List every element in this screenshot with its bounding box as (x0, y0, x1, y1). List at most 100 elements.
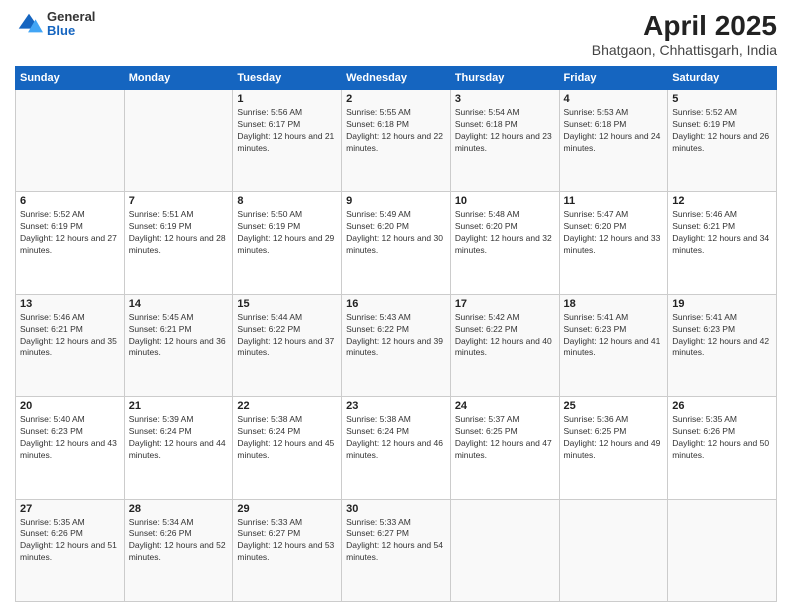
calendar-cell: 21Sunrise: 5:39 AMSunset: 6:24 PMDayligh… (124, 397, 233, 499)
day-number: 17 (455, 298, 555, 310)
logo: General Blue (15, 10, 95, 39)
day-number: 2 (346, 93, 446, 105)
day-number: 15 (237, 298, 337, 310)
calendar-cell: 26Sunrise: 5:35 AMSunset: 6:26 PMDayligh… (668, 397, 777, 499)
day-info: Sunrise: 5:52 AMSunset: 6:19 PMDaylight:… (20, 209, 120, 257)
col-monday: Monday (124, 67, 233, 90)
calendar-cell: 30 Sunrise: 5:33 AMSunset: 6:27 PMDayligh… (342, 499, 451, 601)
calendar-cell: 4Sunrise: 5:53 AMSunset: 6:18 PMDaylight… (559, 90, 668, 192)
calendar-cell: 12 Sunrise: 5:46 AMSunset: 6:21 PMDayligh… (668, 192, 777, 294)
day-info: Sunrise: 5:39 AMSunset: 6:24 PMDaylight:… (129, 414, 229, 462)
day-number: 9 (346, 195, 446, 207)
calendar-cell (16, 90, 125, 192)
calendar-cell: 22 Sunrise: 5:38 AMSunset: 6:24 PMDayligh… (233, 397, 342, 499)
calendar-week-1: 1 Sunrise: 5:56 AMSunset: 6:17 PMDaylight… (16, 90, 777, 192)
calendar-cell: 16 Sunrise: 5:43 AMSunset: 6:22 PMDayligh… (342, 294, 451, 396)
calendar-cell: 11 Sunrise: 5:47 AMSunset: 6:20 PMDayligh… (559, 192, 668, 294)
calendar-cell: 17 Sunrise: 5:42 AMSunset: 6:22 PMDayligh… (450, 294, 559, 396)
logo-text: General Blue (47, 10, 95, 39)
calendar-cell: 5Sunrise: 5:52 AMSunset: 6:19 PMDaylight… (668, 90, 777, 192)
day-info: Sunrise: 5:38 AMSunset: 6:24 PMDaylight:… (346, 414, 446, 462)
day-number: 18 (564, 298, 664, 310)
calendar-page: General Blue April 2025 Bhatgaon, Chhatt… (0, 0, 792, 612)
day-info: Sunrise: 5:33 AMSunset: 6:27 PMDaylight:… (237, 517, 337, 565)
day-number: 23 (346, 400, 446, 412)
day-number: 19 (672, 298, 772, 310)
day-info: Sunrise: 5:45 AMSunset: 6:21 PMDaylight:… (129, 312, 229, 360)
col-friday: Friday (559, 67, 668, 90)
page-subtitle: Bhatgaon, Chhattisgarh, India (592, 42, 777, 58)
calendar-cell: 6Sunrise: 5:52 AMSunset: 6:19 PMDaylight… (16, 192, 125, 294)
day-number: 22 (237, 400, 337, 412)
day-number: 16 (346, 298, 446, 310)
day-number: 1 (237, 93, 337, 105)
calendar-week-2: 6Sunrise: 5:52 AMSunset: 6:19 PMDaylight… (16, 192, 777, 294)
day-number: 30 (346, 503, 446, 515)
day-info: Sunrise: 5:46 AMSunset: 6:21 PMDaylight:… (672, 209, 772, 257)
day-number: 12 (672, 195, 772, 207)
day-number: 8 (237, 195, 337, 207)
day-number: 20 (20, 400, 120, 412)
calendar-cell: 23 Sunrise: 5:38 AMSunset: 6:24 PMDayligh… (342, 397, 451, 499)
calendar-cell: 3 Sunrise: 5:54 AMSunset: 6:18 PMDaylight… (450, 90, 559, 192)
calendar-cell: 8 Sunrise: 5:50 AMSunset: 6:19 PMDaylight… (233, 192, 342, 294)
day-number: 29 (237, 503, 337, 515)
day-number: 24 (455, 400, 555, 412)
calendar-cell: 25 Sunrise: 5:36 AMSunset: 6:25 PMDayligh… (559, 397, 668, 499)
calendar-cell: 14 Sunrise: 5:45 AMSunset: 6:21 PMDayligh… (124, 294, 233, 396)
col-sunday: Sunday (16, 67, 125, 90)
day-number: 26 (672, 400, 772, 412)
calendar-cell: 29 Sunrise: 5:33 AMSunset: 6:27 PMDayligh… (233, 499, 342, 601)
calendar-cell (124, 90, 233, 192)
day-info: Sunrise: 5:34 AMSunset: 6:26 PMDaylight:… (129, 517, 229, 565)
day-info: Sunrise: 5:46 AMSunset: 6:21 PMDaylight:… (20, 312, 120, 360)
calendar-cell: 2 Sunrise: 5:55 AMSunset: 6:18 PMDaylight… (342, 90, 451, 192)
calendar-cell: 27 Sunrise: 5:35 AMSunset: 6:26 PMDayligh… (16, 499, 125, 601)
day-number: 7 (129, 195, 229, 207)
calendar-cell: 18 Sunrise: 5:41 AMSunset: 6:23 PMDayligh… (559, 294, 668, 396)
calendar-cell: 24 Sunrise: 5:37 AMSunset: 6:25 PMDayligh… (450, 397, 559, 499)
calendar-cell: 10Sunrise: 5:48 AMSunset: 6:20 PMDayligh… (450, 192, 559, 294)
day-number: 11 (564, 195, 664, 207)
day-number: 13 (20, 298, 120, 310)
day-info: Sunrise: 5:48 AMSunset: 6:20 PMDaylight:… (455, 209, 555, 257)
day-info: Sunrise: 5:56 AMSunset: 6:17 PMDaylight:… (237, 107, 337, 155)
day-info: Sunrise: 5:42 AMSunset: 6:22 PMDaylight:… (455, 312, 555, 360)
day-info: Sunrise: 5:53 AMSunset: 6:18 PMDaylight:… (564, 107, 664, 155)
day-info: Sunrise: 5:41 AMSunset: 6:23 PMDaylight:… (564, 312, 664, 360)
col-wednesday: Wednesday (342, 67, 451, 90)
day-info: Sunrise: 5:36 AMSunset: 6:25 PMDaylight:… (564, 414, 664, 462)
calendar-table: Sunday Monday Tuesday Wednesday Thursday… (15, 66, 777, 602)
day-info: Sunrise: 5:37 AMSunset: 6:25 PMDaylight:… (455, 414, 555, 462)
logo-blue: Blue (47, 24, 95, 38)
day-info: Sunrise: 5:35 AMSunset: 6:26 PMDaylight:… (20, 517, 120, 565)
logo-icon (15, 10, 43, 38)
day-info: Sunrise: 5:50 AMSunset: 6:19 PMDaylight:… (237, 209, 337, 257)
day-info: Sunrise: 5:41 AMSunset: 6:23 PMDaylight:… (672, 312, 772, 360)
calendar-cell: 28 Sunrise: 5:34 AMSunset: 6:26 PMDayligh… (124, 499, 233, 601)
day-number: 28 (129, 503, 229, 515)
day-info: Sunrise: 5:47 AMSunset: 6:20 PMDaylight:… (564, 209, 664, 257)
calendar-cell (668, 499, 777, 601)
calendar-cell: 9Sunrise: 5:49 AMSunset: 6:20 PMDaylight… (342, 192, 451, 294)
title-block: April 2025 Bhatgaon, Chhattisgarh, India (592, 10, 777, 58)
day-info: Sunrise: 5:55 AMSunset: 6:18 PMDaylight:… (346, 107, 446, 155)
day-info: Sunrise: 5:43 AMSunset: 6:22 PMDaylight:… (346, 312, 446, 360)
day-info: Sunrise: 5:54 AMSunset: 6:18 PMDaylight:… (455, 107, 555, 155)
day-info: Sunrise: 5:40 AMSunset: 6:23 PMDaylight:… (20, 414, 120, 462)
day-number: 14 (129, 298, 229, 310)
day-info: Sunrise: 5:52 AMSunset: 6:19 PMDaylight:… (672, 107, 772, 155)
calendar-header-row: Sunday Monday Tuesday Wednesday Thursday… (16, 67, 777, 90)
calendar-week-5: 27 Sunrise: 5:35 AMSunset: 6:26 PMDayligh… (16, 499, 777, 601)
calendar-week-3: 13 Sunrise: 5:46 AMSunset: 6:21 PMDayligh… (16, 294, 777, 396)
page-title: April 2025 (592, 10, 777, 42)
day-info: Sunrise: 5:38 AMSunset: 6:24 PMDaylight:… (237, 414, 337, 462)
calendar-cell: 19 Sunrise: 5:41 AMSunset: 6:23 PMDayligh… (668, 294, 777, 396)
day-number: 27 (20, 503, 120, 515)
day-info: Sunrise: 5:33 AMSunset: 6:27 PMDaylight:… (346, 517, 446, 565)
day-number: 25 (564, 400, 664, 412)
calendar-cell: 20 Sunrise: 5:40 AMSunset: 6:23 PMDayligh… (16, 397, 125, 499)
calendar-week-4: 20 Sunrise: 5:40 AMSunset: 6:23 PMDayligh… (16, 397, 777, 499)
col-thursday: Thursday (450, 67, 559, 90)
day-number: 3 (455, 93, 555, 105)
